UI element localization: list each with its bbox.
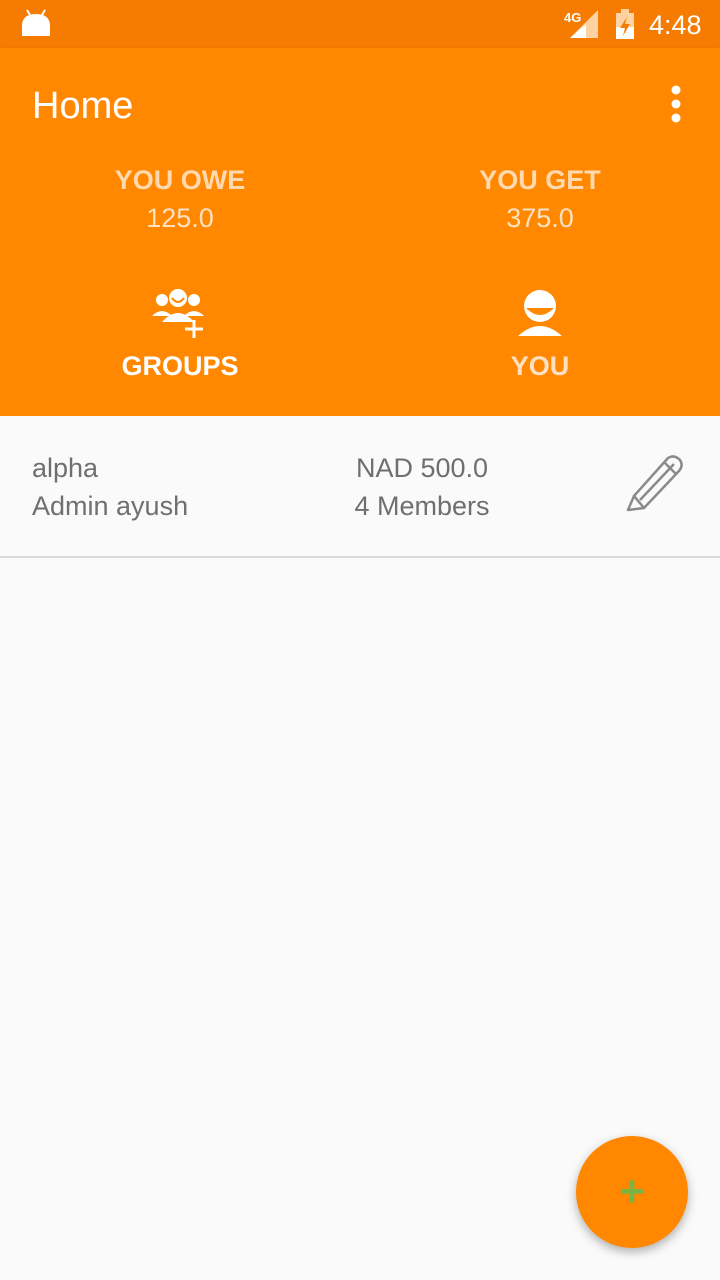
android-icon	[22, 9, 50, 36]
more-vert-icon[interactable]	[664, 84, 688, 124]
group-members: 4 Members	[354, 491, 490, 521]
battery-charging-icon	[616, 9, 634, 39]
plus-icon: +	[619, 1167, 645, 1216]
group-amount: NAD 500.0	[355, 453, 489, 483]
page-title: Home	[32, 85, 134, 127]
signal-4g-icon: 4G	[564, 10, 598, 38]
person-icon	[518, 290, 562, 336]
add-group-icon	[152, 289, 204, 338]
add-group-fab[interactable]: +	[576, 1136, 688, 1248]
tab-you[interactable]: YOU	[360, 286, 720, 396]
you-get-label: YOU GET	[479, 165, 601, 195]
list-item[interactable]: alpha Admin ayush NAD 500.0 4 Members	[0, 416, 720, 558]
network-type-label: 4G	[564, 10, 581, 25]
you-owe-value: 125.0	[146, 203, 214, 233]
tab-groups[interactable]: GROUPS	[0, 286, 360, 396]
group-name: alpha	[32, 453, 99, 483]
edit-pencil-icon[interactable]	[624, 452, 688, 512]
you-owe-summary: YOU OWE 125.0	[0, 164, 360, 234]
app-bar: Home YOU OWE 125.0 YOU GET 375.0 GROUPS	[0, 48, 720, 416]
clock: 4:48	[649, 10, 702, 40]
you-owe-label: YOU OWE	[114, 165, 246, 195]
group-admin: Admin ayush	[32, 491, 189, 521]
you-get-summary: YOU GET 375.0	[360, 164, 720, 234]
status-bar: 4G 4:48	[0, 0, 720, 48]
tab-you-label: YOU	[510, 351, 570, 381]
you-get-value: 375.0	[506, 203, 574, 233]
tab-groups-label: GROUPS	[121, 351, 239, 381]
